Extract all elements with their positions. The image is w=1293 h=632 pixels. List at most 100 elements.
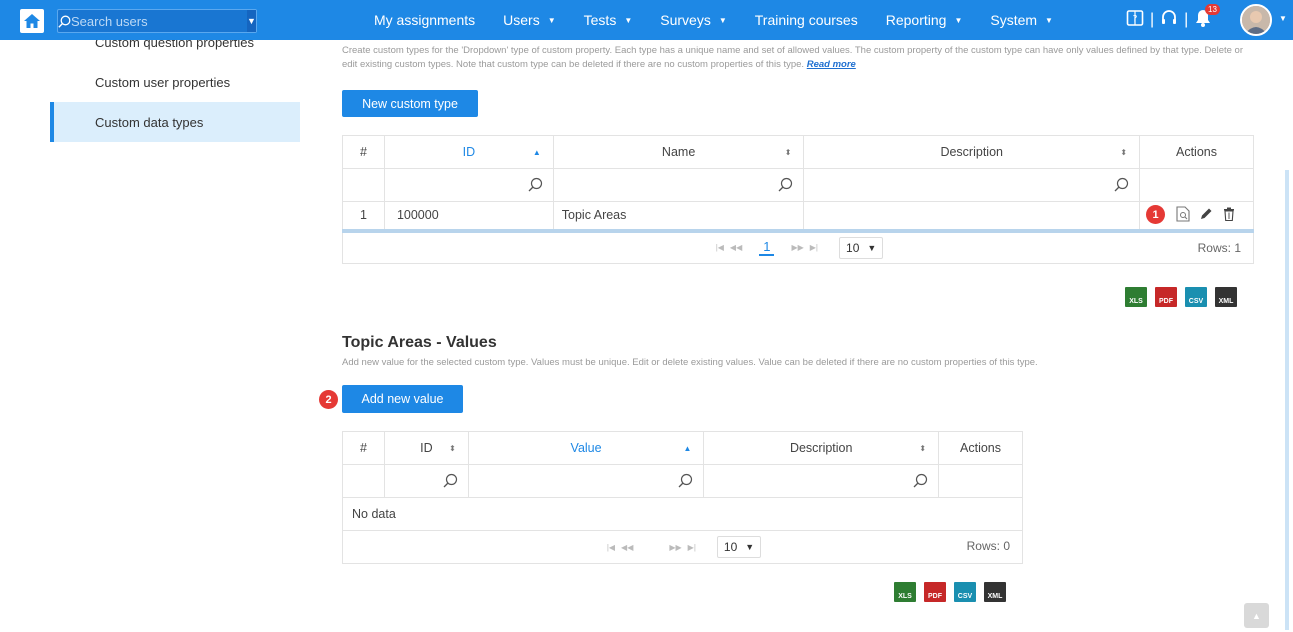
divider: | [1184, 11, 1189, 28]
export-csv-icon[interactable]: CSV [1185, 287, 1207, 307]
next-page-icon[interactable]: ▶▶ [791, 243, 803, 252]
description-text: Create custom types for the 'Dropdown' t… [342, 45, 1243, 70]
sort-asc-icon: ▲ [683, 443, 692, 453]
filter-row [342, 464, 1023, 498]
col-name[interactable]: Name ⬍ [552, 135, 805, 169]
search-icon [1114, 177, 1129, 195]
search-icon [443, 473, 458, 491]
sort-icon: ⬍ [919, 443, 927, 453]
prev-page-icon[interactable]: ◀◀ [730, 243, 742, 252]
new-custom-type-button[interactable]: New custom type [342, 90, 478, 117]
caret-down-icon: ▼ [954, 15, 963, 25]
filter-row [342, 168, 1254, 202]
page-size-select[interactable]: 10 ▼ [716, 536, 762, 558]
delete-trash-icon[interactable] [1223, 207, 1235, 224]
help-book-icon[interactable]: ? [1126, 9, 1144, 32]
col-value[interactable]: Value ▲ [467, 431, 705, 465]
edit-pencil-icon[interactable] [1200, 207, 1213, 223]
col-id[interactable]: ID ▲ [383, 135, 554, 169]
view-values-icon[interactable] [1176, 206, 1190, 225]
col-label: Name [661, 145, 696, 159]
export-xml-icon[interactable]: XML [1215, 287, 1237, 307]
home-button[interactable] [20, 9, 44, 33]
add-new-value-button[interactable]: Add new value [342, 385, 463, 413]
nav-reporting[interactable]: Reporting ▼ [886, 12, 963, 28]
export-xls-icon[interactable]: XLS [1125, 287, 1147, 307]
export-xls-icon[interactable]: XLS [894, 582, 916, 602]
search-icon [913, 473, 928, 491]
no-data-text: No data [342, 497, 1023, 531]
export-csv-icon[interactable]: CSV [954, 582, 976, 602]
nav-my-assignments[interactable]: My assignments [374, 12, 475, 28]
filter-actions [1139, 168, 1254, 202]
filter-description[interactable] [703, 464, 940, 498]
search-icon [678, 473, 693, 491]
row-id: 100000 [383, 201, 554, 231]
pagination: |◀ ◀◀ ▶▶ ▶| 10 ▼ [343, 531, 1022, 563]
table-row[interactable]: 1 100000 Topic Areas [342, 201, 1254, 231]
first-page-icon[interactable]: |◀ [607, 543, 615, 552]
filter-name[interactable] [552, 168, 805, 202]
chevron-down-icon: ▼ [745, 542, 755, 552]
user-search: ▼ [57, 9, 257, 33]
sidebar: Custom question properties Custom user p… [50, 40, 300, 142]
last-page-icon[interactable]: ▶| [688, 543, 696, 552]
scroll-to-top-button[interactable]: ▲ [1244, 603, 1269, 628]
filter-actions [938, 464, 1023, 498]
export-pdf-icon[interactable]: PDF [1155, 287, 1177, 307]
filter-id[interactable] [383, 168, 554, 202]
header-actions: ? | | [1126, 0, 1212, 40]
nav-tests[interactable]: Tests ▼ [584, 12, 633, 28]
last-page-icon[interactable]: ▶| [810, 243, 818, 252]
read-more-link[interactable]: Read more [807, 59, 856, 70]
search-dropdown-button[interactable]: ▼ [247, 10, 256, 32]
sidebar-item-custom-question-properties[interactable]: Custom question properties [50, 40, 300, 62]
page-scrollbar[interactable] [1285, 170, 1289, 630]
avatar[interactable] [1240, 4, 1272, 36]
rows-count: Rows: 0 [966, 539, 1010, 553]
sidebar-item-label: Custom user properties [95, 74, 231, 90]
nav-label: Tests [583, 12, 617, 28]
col-label: ID [420, 441, 433, 455]
filter-value[interactable] [467, 464, 705, 498]
nav-system[interactable]: System ▼ [990, 12, 1053, 28]
sidebar-item-custom-data-types[interactable]: Custom data types [50, 102, 300, 142]
nav-label: System [990, 12, 1038, 28]
search-icon [528, 177, 543, 195]
pager-cell: |◀ ◀◀ ▶▶ ▶| 10 ▼ Rows: 0 [342, 530, 1023, 564]
nav-users[interactable]: Users ▼ [503, 12, 555, 28]
caret-down-icon: ▼ [547, 15, 556, 25]
nav-surveys[interactable]: Surveys ▼ [660, 12, 727, 28]
custom-types-description: Create custom types for the 'Dropdown' t… [342, 44, 1257, 72]
caret-down-icon: ▼ [1045, 15, 1053, 25]
export-pdf-icon[interactable]: PDF [924, 582, 946, 602]
caret-down-icon: ▼ [718, 15, 727, 25]
main-nav: My assignments Users ▼ Tests ▼ Surveys ▼ Tr… [374, 0, 1081, 40]
current-page[interactable]: 1 [759, 239, 775, 257]
headset-icon[interactable] [1160, 9, 1178, 32]
first-page-icon[interactable]: |◀ [716, 243, 724, 252]
col-number: # [342, 431, 385, 465]
prev-page-icon[interactable]: ◀◀ [621, 543, 633, 552]
filter-description[interactable] [803, 168, 1141, 202]
col-label: Description [940, 145, 1003, 159]
search-users-input[interactable] [71, 10, 247, 32]
export-xml-icon[interactable]: XML [984, 582, 1006, 602]
col-id[interactable]: ID ⬍ [383, 431, 469, 465]
nav-training-courses[interactable]: Training courses [755, 12, 858, 28]
filter-id[interactable] [383, 464, 469, 498]
col-description[interactable]: Description ⬍ [803, 135, 1141, 169]
svg-text:?: ? [1133, 14, 1138, 24]
nav-label: Surveys [660, 12, 711, 28]
sidebar-item-custom-user-properties[interactable]: Custom user properties [50, 62, 300, 102]
col-description[interactable]: Description ⬍ [703, 431, 940, 465]
sort-icon: ⬍ [784, 147, 792, 157]
page-size-select[interactable]: 10 ▼ [839, 236, 884, 259]
sort-icon: ⬍ [1120, 147, 1128, 157]
caret-up-icon: ▲ [1252, 610, 1261, 621]
next-page-icon[interactable]: ▶▶ [669, 543, 681, 552]
user-menu-caret-icon[interactable]: ▼ [1279, 14, 1287, 23]
values-section-title: Topic Areas - Values [342, 334, 497, 351]
col-label: Value [570, 441, 602, 455]
sort-icon: ⬍ [449, 443, 456, 453]
